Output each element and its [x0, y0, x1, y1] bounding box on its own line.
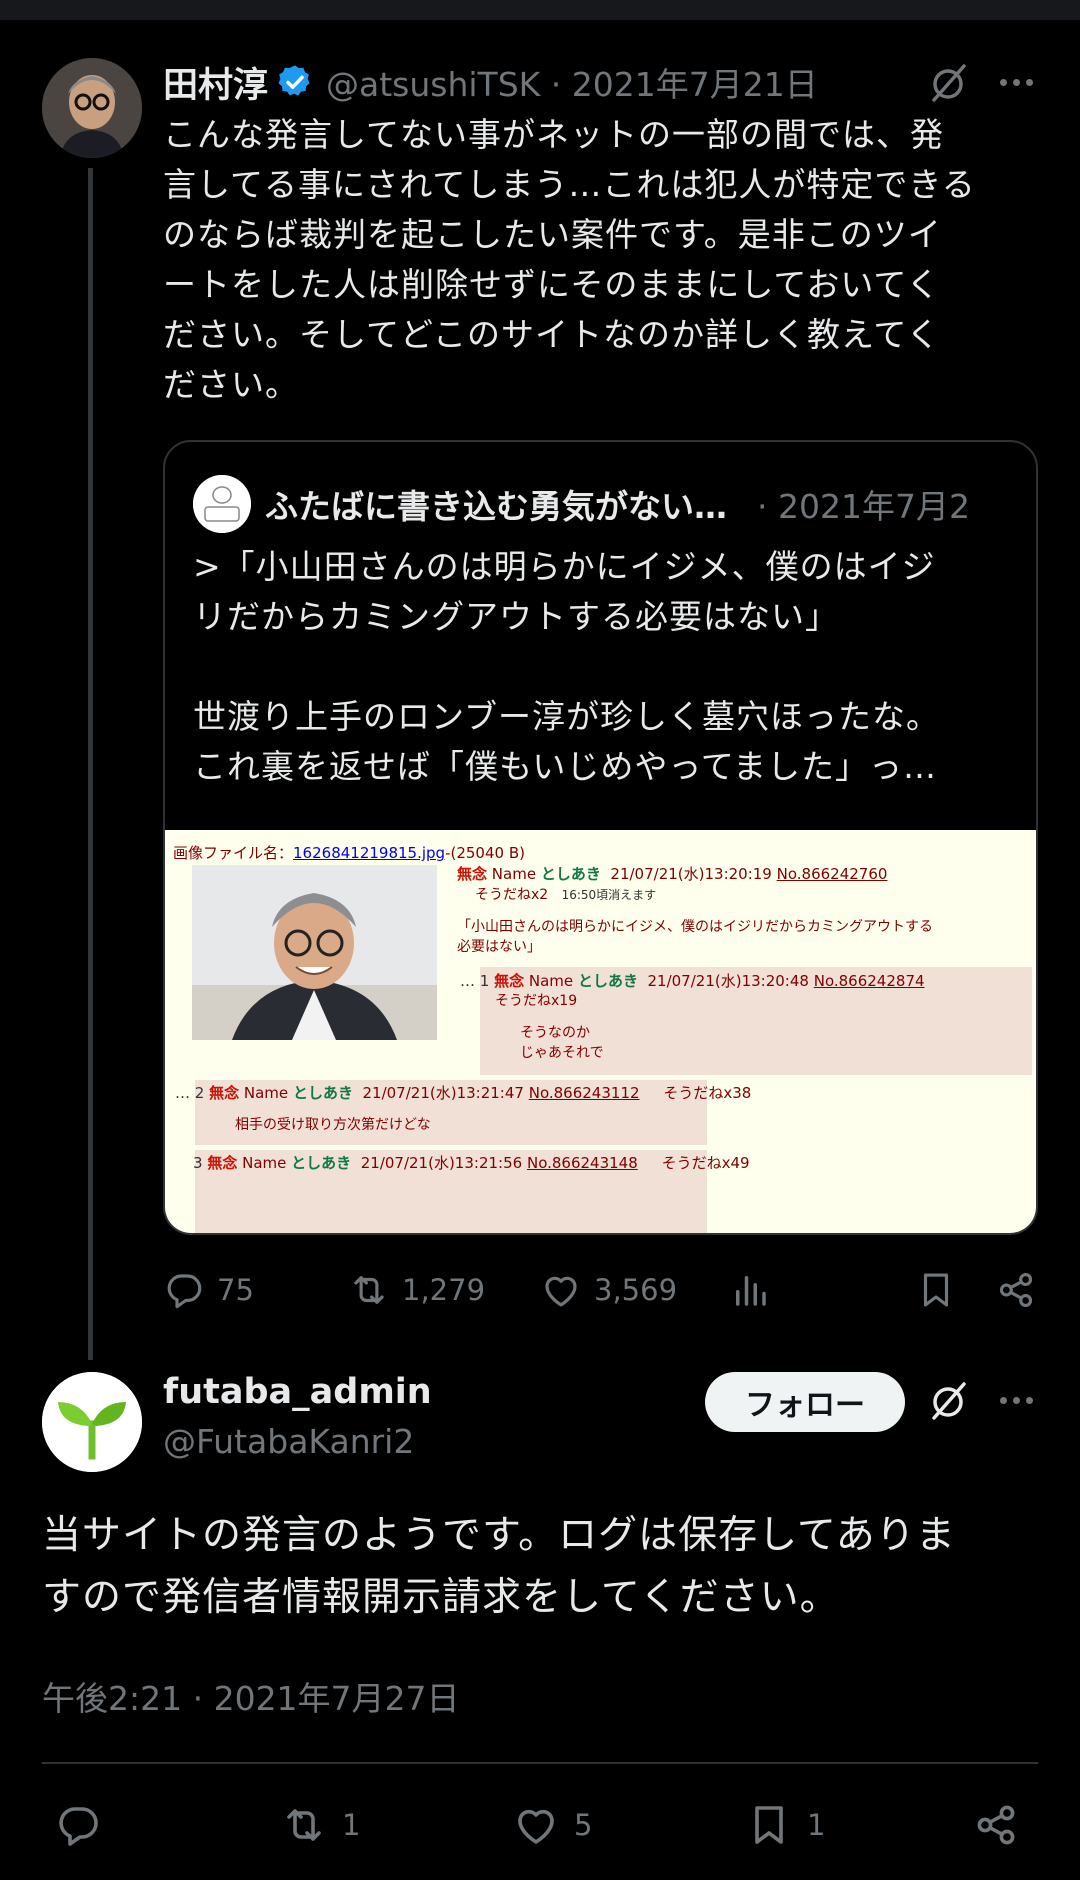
- views-icon: [736, 1276, 766, 1306]
- reply-2-sodane: そうだねx38: [663, 1084, 752, 1102]
- reply-1-no: No.866242874: [813, 972, 925, 990]
- reply-1-prefix: … 1: [460, 972, 490, 990]
- share-icon: [977, 1805, 1015, 1845]
- retweet-icon: [287, 1809, 321, 1841]
- reply-2-prefix: … 2: [175, 1084, 205, 1102]
- reply-2-text: 相手の受け取り方次第だけどな: [235, 1117, 431, 1133]
- reply-icon: [59, 1807, 98, 1846]
- divider: [42, 1762, 1038, 1764]
- handle-and-date[interactable]: @atsushiTSK · 2021年7月21日: [326, 58, 818, 106]
- file-label: 画像ファイル名：: [173, 844, 294, 862]
- status-bar: [0, 0, 1080, 20]
- reply-3-name-label: Name: [242, 1154, 287, 1172]
- quote-display-name: ふたばに書き込む勇気がない…: [265, 487, 727, 526]
- like-button[interactable]: 3,569: [540, 1265, 677, 1315]
- op-name: としあき: [540, 865, 601, 883]
- op-text-2: 必要はない」: [457, 939, 541, 955]
- reply-1-text-1: そうなのか: [520, 1025, 590, 1041]
- grok-icon[interactable]: [926, 1376, 974, 1424]
- bookmark-icon: [923, 1273, 949, 1307]
- retweet-button[interactable]: 1,279: [348, 1265, 485, 1315]
- tweet-text: こんな発言してない事がネットの一部の間では、発 言してる事にされてしまう…これは…: [163, 115, 976, 404]
- bookmark-button[interactable]: [915, 1265, 957, 1315]
- file-name-link: 1626841219815.jpg: [293, 844, 446, 862]
- display-name[interactable]: futaba_admin: [163, 1372, 432, 1412]
- reply-2-mu: 無念: [209, 1084, 240, 1102]
- display-name[interactable]: 田村淳: [163, 57, 268, 108]
- reply-button[interactable]: 75: [163, 1265, 254, 1315]
- retweet-button[interactable]: 1: [280, 1798, 360, 1852]
- more-icon[interactable]: [992, 58, 1040, 106]
- reply-1-date: 21/07/21(水)13:20:48: [647, 972, 809, 990]
- bookmark-count: 1: [807, 1808, 826, 1842]
- reply-1-name-label: Name: [528, 972, 574, 990]
- op-no: No.866242760: [776, 865, 888, 883]
- quote-header: ふたばに書き込む勇気がない… · 2021年7月2: [193, 474, 1013, 534]
- reply-2-name: としあき: [292, 1084, 353, 1102]
- avatar[interactable]: [42, 58, 142, 158]
- follow-button[interactable]: フォロー: [705, 1372, 905, 1432]
- tweet-actions: 75 1,279 3,569: [163, 1265, 1043, 1315]
- handle[interactable]: @FutabaKanri2: [163, 1422, 414, 1461]
- reply-3-mu: 無念: [207, 1154, 238, 1172]
- reply-3-date: 21/07/21(水)13:21:56: [360, 1154, 523, 1172]
- reply-3-no: No.866243148: [526, 1154, 638, 1172]
- avatar-photo: [42, 58, 142, 158]
- reply-1-text-2: じゃあそれで: [520, 1045, 604, 1061]
- like-button[interactable]: 5: [512, 1798, 592, 1852]
- op-date: 21/07/21(水)13:20:19: [610, 865, 772, 883]
- retweet-count: 1: [342, 1808, 361, 1842]
- tweet-timestamp[interactable]: 午後2:21 · 2021年7月27日: [42, 1672, 460, 1720]
- file-size: -(25040 B): [445, 844, 525, 862]
- op-expire: 16:50頃消えます: [561, 888, 657, 902]
- quote-image[interactable]: 画像ファイル名：1626841219815.jpg-(25040 B) 無念 N…: [165, 830, 1036, 1233]
- quoted-tweet[interactable]: ふたばに書き込む勇気がない… · 2021年7月2 >「小山田さんのは明らかにイ…: [163, 440, 1038, 1235]
- like-icon: [518, 1809, 554, 1844]
- like-count: 5: [574, 1808, 593, 1842]
- reply-1-name: としあき: [577, 972, 638, 990]
- avatar[interactable]: [42, 1372, 142, 1472]
- share-button[interactable]: [972, 1798, 1020, 1852]
- op-sodane: そうだねx2: [475, 887, 549, 903]
- reply-2-date: 21/07/21(水)13:21:47: [362, 1084, 524, 1102]
- op-name-label: Name: [491, 865, 537, 883]
- bookmark-icon: [755, 1806, 783, 1844]
- reply-2-no: No.866243112: [528, 1084, 640, 1102]
- views-button[interactable]: [729, 1265, 771, 1315]
- more-icon[interactable]: [992, 1376, 1040, 1424]
- reply-3-sodane: そうだねx49: [661, 1154, 750, 1172]
- post-photo: [192, 865, 437, 1040]
- reply-3-name: としあき: [291, 1154, 352, 1172]
- op-mu: 無念: [457, 865, 488, 883]
- reply-3-prefix: 3: [193, 1154, 203, 1172]
- quote-avatar: [193, 475, 251, 533]
- sprout-icon: [42, 1372, 142, 1472]
- like-count: 3,569: [594, 1273, 678, 1307]
- bookmark-button[interactable]: 1: [745, 1798, 825, 1852]
- like-icon: [545, 1276, 577, 1307]
- reply-1-mu: 無念: [494, 972, 525, 990]
- thread-line: [88, 168, 93, 1360]
- reply-1-sodane: そうだねx19: [495, 993, 578, 1009]
- reply-icon: [167, 1274, 202, 1309]
- verified-icon: [278, 65, 310, 96]
- quote-date: · 2021年7月2: [757, 487, 970, 526]
- op-text-1: 「小山田さんのは明らかにイジメ、僕のはイジリだからカミングアウトする: [457, 919, 933, 935]
- quote-text: >「小山田さんのは明らかにイジメ、僕のはイジ リだからカミングアウトする必要はな…: [193, 547, 941, 786]
- reply-2-name-label: Name: [243, 1084, 289, 1102]
- reply-count: 75: [217, 1273, 254, 1307]
- tweet-text: 当サイトの発言のようです。ログは保存してありま すので発信者情報開示請求をしてく…: [42, 1513, 956, 1620]
- tweet-actions: 1 5 1: [42, 1798, 1038, 1852]
- share-button[interactable]: [995, 1265, 1037, 1315]
- share-icon: [999, 1273, 1033, 1307]
- retweet-count: 1,279: [402, 1273, 486, 1307]
- reply-button[interactable]: [54, 1798, 102, 1852]
- grok-icon[interactable]: [926, 58, 974, 106]
- retweet-icon: [354, 1276, 384, 1304]
